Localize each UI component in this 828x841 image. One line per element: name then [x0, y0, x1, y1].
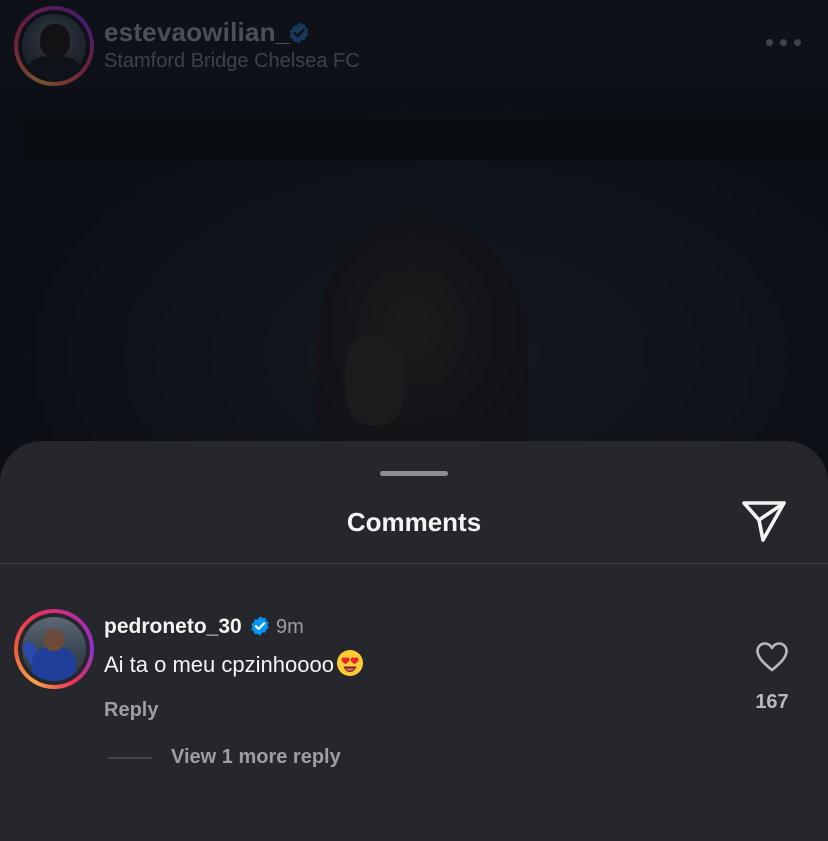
- comment-body: Ai ta o meu cpzinhoooo: [104, 652, 334, 677]
- post-location[interactable]: Stamford Bridge Chelsea FC: [104, 50, 360, 73]
- comment-username[interactable]: pedroneto_30: [104, 615, 242, 639]
- share-send-icon[interactable]: [740, 498, 788, 544]
- sheet-divider: [0, 563, 828, 564]
- comments-sheet: Comments pedroneto_30 9m Ai ta o meu cpz…: [0, 441, 828, 841]
- commenter-avatar[interactable]: [14, 609, 94, 689]
- replies-connector-line: [108, 757, 152, 759]
- comment-text: Ai ta o meu cpzinhoooo: [104, 649, 364, 678]
- like-heart-icon[interactable]: [755, 641, 789, 673]
- verified-badge-icon: [251, 616, 269, 636]
- view-replies-button[interactable]: View 1 more reply: [171, 746, 341, 769]
- sheet-drag-handle[interactable]: [380, 471, 448, 476]
- sheet-title: Comments: [346, 507, 482, 537]
- more-options-icon[interactable]: [766, 38, 802, 48]
- post-image: [0, 90, 828, 470]
- verified-badge-icon: [289, 22, 309, 44]
- post-header: estevaowilian_ Stamford Bridge Chelsea F…: [0, 0, 828, 90]
- post-author-avatar[interactable]: [14, 6, 94, 86]
- reply-button[interactable]: Reply: [104, 699, 158, 722]
- comment-timestamp: 9m: [276, 616, 304, 638]
- like-count: 167: [755, 691, 789, 713]
- heart-eyes-emoji-icon: [336, 650, 363, 676]
- post-username[interactable]: estevaowilian_: [104, 17, 290, 48]
